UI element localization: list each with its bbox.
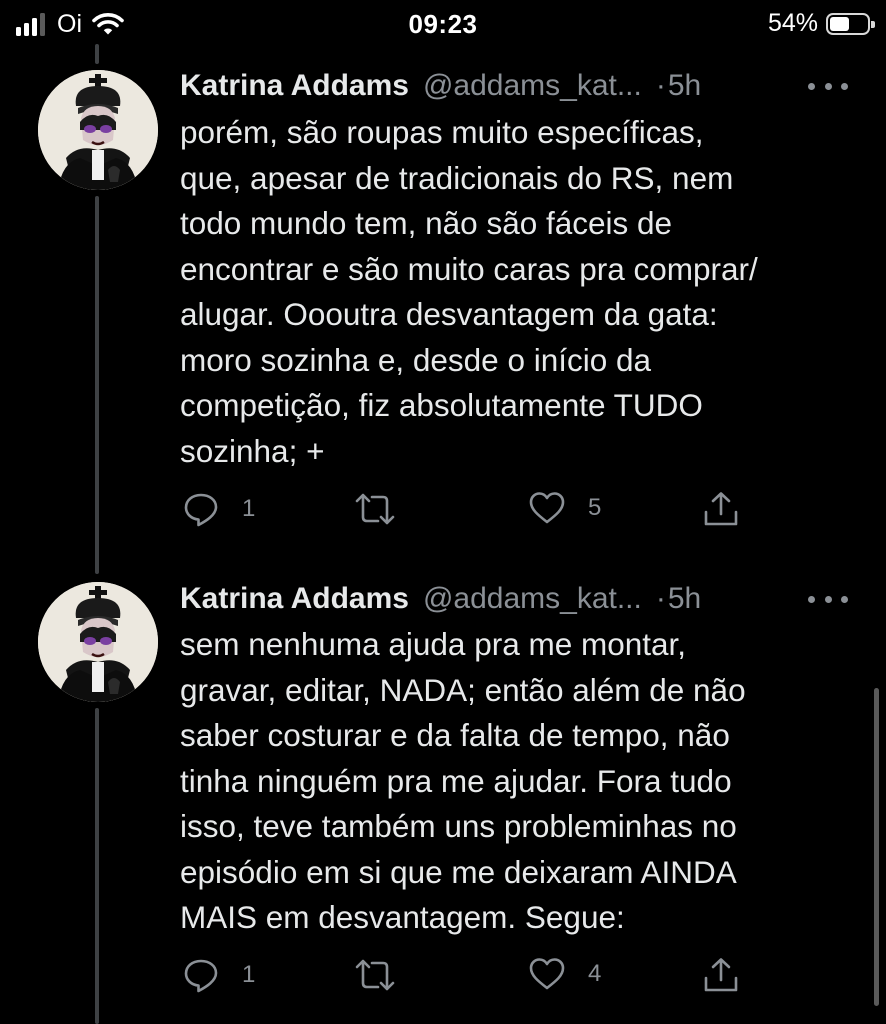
reply-count: 1 (242, 495, 256, 522)
share-button[interactable] (702, 956, 740, 994)
tweet-actions: 1 4 (0, 956, 886, 1000)
like-button[interactable]: 5 (528, 490, 601, 526)
share-icon (702, 956, 740, 994)
author-name[interactable]: Katrina Addams (180, 69, 409, 103)
tweet-text: porém, são roupas muito específicas, que… (180, 114, 758, 469)
like-count: 5 (588, 494, 602, 521)
reply-button[interactable]: 1 (182, 490, 255, 528)
avatar[interactable] (38, 70, 158, 190)
avatar[interactable] (38, 582, 158, 702)
battery-percent: 54% (767, 9, 818, 37)
share-button[interactable] (702, 490, 740, 528)
author-handle[interactable]: @addams_kat... (423, 69, 642, 103)
like-button[interactable]: 4 (528, 956, 601, 992)
battery-icon (826, 12, 875, 35)
reply-button[interactable]: 1 (182, 956, 255, 994)
author-name[interactable]: Katrina Addams (180, 582, 409, 616)
retweet-button[interactable] (354, 490, 418, 528)
carrier-name: Oi (57, 10, 82, 38)
retweet-button[interactable] (354, 956, 418, 994)
author-handle[interactable]: @addams_kat... (423, 582, 642, 616)
like-count: 4 (588, 960, 602, 987)
heart-icon (528, 956, 566, 992)
tweet-text: sem nenhuma ajuda pra me montar, gravar,… (180, 626, 746, 935)
scrollbar[interactable] (874, 688, 879, 1006)
reply-icon (182, 956, 220, 994)
retweet-icon (354, 490, 396, 528)
tweet-time[interactable]: 5h (668, 582, 701, 616)
signal-icon (16, 12, 45, 36)
retweet-icon (354, 956, 396, 994)
share-icon (702, 490, 740, 528)
status-bar: Oi 09:23 54% (0, 0, 886, 48)
reply-count: 1 (242, 961, 256, 988)
heart-icon (528, 490, 566, 526)
tweet-time[interactable]: 5h (668, 69, 701, 103)
separator-dot: · (655, 69, 666, 102)
wifi-icon (92, 12, 124, 36)
more-options-icon[interactable] (808, 579, 848, 619)
separator-dot: · (655, 582, 666, 615)
tweet-actions: 1 5 (0, 490, 886, 534)
reply-icon (182, 490, 220, 528)
more-options-icon[interactable] (808, 66, 848, 106)
thread-connector-line (95, 44, 99, 64)
clock: 09:23 (408, 9, 478, 39)
